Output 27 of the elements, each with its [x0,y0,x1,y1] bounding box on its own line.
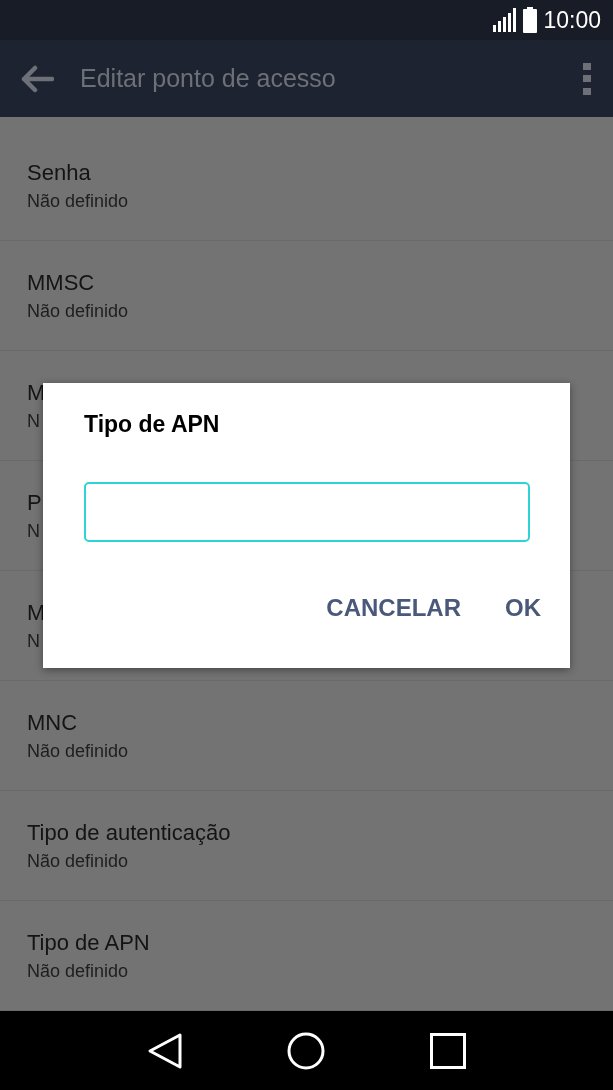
recent-apps-icon[interactable] [429,1032,466,1069]
setting-value: Não definido [27,849,129,873]
setting-title[interactable]: Senha [27,157,91,188]
dialog-button[interactable]: OK [497,590,549,626]
more-options-icon[interactable] [583,62,591,95]
input-field[interactable] [84,482,530,542]
setting-value: Não definido [27,189,129,213]
signal-icon [493,8,518,32]
clock: 10:00 [543,6,601,34]
dialog-title: Tipo de APN [84,411,220,438]
home-icon[interactable] [287,1031,326,1070]
setting-title[interactable]: Tipo de autenticação [27,817,231,848]
battery-icon [523,7,538,33]
setting-value: N [27,519,40,543]
setting-value: Não definido [27,299,129,323]
screen-title: Editar ponto de acesso [80,64,337,93]
setting-title[interactable]: P [27,487,42,518]
setting-value: Não definido [27,959,129,983]
setting-title[interactable]: MMSC [27,267,95,298]
back-icon[interactable] [147,1031,184,1070]
dialog-button[interactable]: CANCELAR [318,590,469,626]
setting-value: Não definido [27,739,129,763]
setting-title[interactable]: Tipo de APN [27,927,150,958]
setting-value: N [27,409,40,433]
back-arrow-icon[interactable] [20,64,54,93]
setting-title[interactable]: MNC [27,707,78,738]
setting-value: N [27,629,40,653]
